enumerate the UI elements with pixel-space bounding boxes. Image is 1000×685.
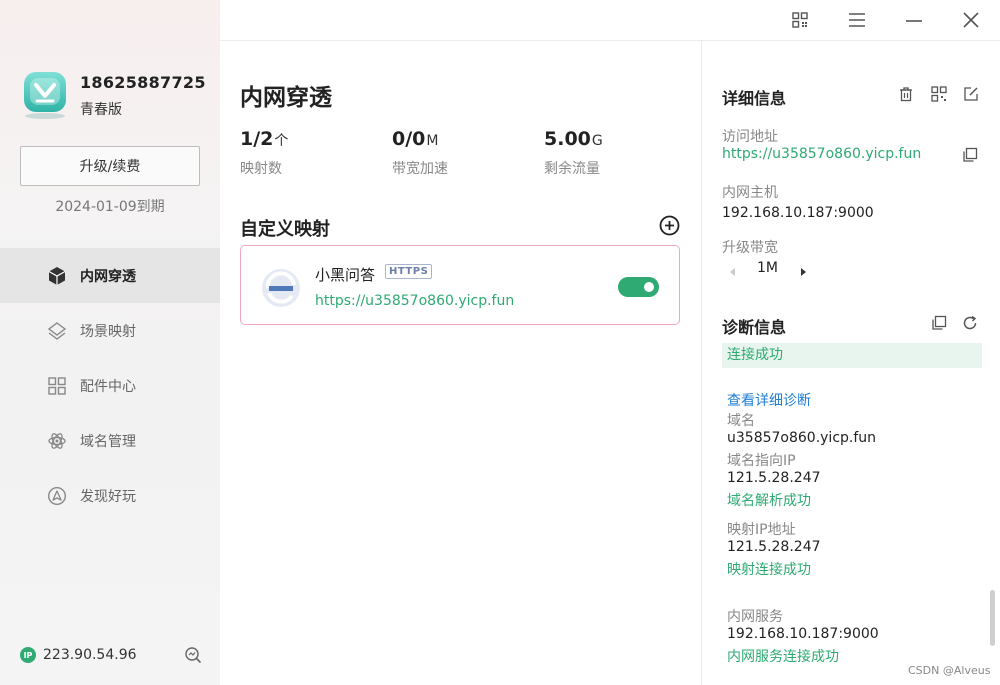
refresh-icon[interactable] [962, 315, 978, 331]
mapping-enable-toggle[interactable] [618, 277, 659, 297]
domain-ip-label: 域名指向IP [727, 453, 796, 469]
stat-traffic: 5.00G 剩余流量 [544, 128, 603, 178]
public-ip-value: 223.90.54.96 [43, 647, 137, 663]
section-title-custom-mapping: 自定义映射 [240, 219, 330, 240]
copy-icon[interactable] [962, 147, 978, 163]
domain-value: u35857o860.yicp.fun [727, 430, 877, 446]
stat-value: 5.00 [544, 128, 591, 150]
sidebar-nav: 内网穿透 场景映射 配件中心 域名管理 发现好玩 [0, 248, 220, 523]
title-bar [220, 0, 1000, 41]
access-url-link[interactable]: https://u35857o860.yicp.fun [722, 146, 921, 162]
service-label: 内网服务 [727, 609, 783, 625]
stat-unit: M [426, 133, 439, 149]
mapping-card[interactable]: 小黑问答 HTTPS https://u35857o860.yicp.fun [240, 245, 680, 325]
service-connect-status: 内网服务连接成功 [727, 649, 839, 665]
edit-icon[interactable] [963, 86, 979, 102]
diagnosis-title: 诊断信息 [722, 318, 787, 337]
sidebar-item-domain[interactable]: 域名管理 [0, 413, 220, 468]
menu-icon[interactable] [847, 10, 867, 30]
copy-icon[interactable] [931, 315, 947, 331]
connection-status: 连接成功 [722, 343, 982, 368]
host-label: 内网主机 [722, 185, 778, 201]
detail-title: 详细信息 [722, 89, 787, 108]
view-detailed-diagnosis-link[interactable]: 查看详细诊断 [727, 390, 811, 410]
stat-label: 映射数 [240, 161, 282, 177]
stat-unit: G [591, 133, 603, 149]
decrease-left-icon[interactable] [728, 262, 738, 276]
bandwidth-value: 1M [757, 260, 778, 276]
sidebar-item-label: 场景映射 [80, 323, 136, 340]
minimize-icon[interactable] [904, 10, 924, 30]
mapping-name: 小黑问答 [315, 266, 376, 284]
compass-icon [46, 485, 68, 507]
stat-value: 0/0 [392, 128, 426, 150]
mapping-connect-status: 映射连接成功 [727, 562, 811, 578]
detail-panel: 详细信息 访问地址 https://u35857o860.yicp.fun 内网… [701, 41, 1000, 685]
main-content: 内网穿透 1/2个 映射数 0/0M 带宽加速 5.00G 剩余流量 自定义映射… [220, 41, 701, 685]
sidebar-item-accessories[interactable]: 配件中心 [0, 358, 220, 413]
watermark: CSDN @Alveus [908, 664, 991, 677]
cube-icon [46, 265, 68, 287]
sidebar-item-label: 发现好玩 [80, 488, 136, 505]
stat-label: 带宽加速 [392, 161, 448, 177]
user-phone: 18625887725 [80, 73, 206, 92]
scene-icon [46, 320, 68, 342]
sidebar-item-scene[interactable]: 场景映射 [0, 303, 220, 358]
public-ip: IP 223.90.54.96 [20, 647, 137, 663]
host-value: 192.168.10.187:9000 [722, 205, 874, 221]
ip-badge-icon: IP [20, 647, 36, 663]
close-icon[interactable] [961, 10, 981, 30]
mapping-ip-label: 映射IP地址 [727, 522, 796, 538]
mapping-ip-value: 121.5.28.247 [727, 539, 821, 555]
sidebar: 18625887725 青春版 升级/续费 2024-01-09到期 内网穿透 … [0, 0, 220, 685]
stat-mappings: 1/2个 映射数 [240, 128, 288, 178]
sidebar-item-label: 内网穿透 [80, 268, 136, 285]
stat-value: 1/2 [240, 128, 274, 150]
stat-unit: 个 [274, 133, 289, 149]
sidebar-item-discover[interactable]: 发现好玩 [0, 468, 220, 523]
sidebar-item-label: 域名管理 [80, 433, 136, 450]
browser-e-icon [261, 268, 301, 308]
upgrade-renew-button[interactable]: 升级/续费 [20, 146, 200, 186]
add-mapping-button[interactable] [659, 215, 680, 236]
sidebar-item-label: 配件中心 [80, 378, 136, 395]
domain-ip-value: 121.5.28.247 [727, 470, 821, 486]
domain-label: 域名 [727, 413, 755, 429]
mapping-url-link[interactable]: https://u35857o860.yicp.fun [315, 293, 514, 309]
qr-code-icon[interactable] [931, 86, 947, 102]
service-value: 192.168.10.187:9000 [727, 626, 879, 642]
qr-code-icon[interactable] [790, 10, 810, 30]
stat-bandwidth: 0/0M 带宽加速 [392, 128, 448, 178]
access-url-label: 访问地址 [722, 129, 778, 145]
atom-icon [46, 430, 68, 452]
user-edition: 青春版 [80, 102, 122, 118]
delete-icon[interactable] [898, 86, 914, 102]
scrollbar-thumb[interactable] [990, 590, 995, 646]
plus-circle-icon [659, 215, 680, 236]
sidebar-item-intranet[interactable]: 内网穿透 [0, 248, 220, 303]
domain-resolve-status: 域名解析成功 [727, 493, 811, 509]
stat-label: 剩余流量 [544, 161, 600, 177]
increase-right-icon[interactable] [798, 262, 808, 276]
expire-date: 2024-01-09到期 [55, 199, 165, 215]
protocol-badge: HTTPS [385, 264, 433, 279]
grid-icon [46, 375, 68, 397]
page-title: 内网穿透 [240, 85, 332, 111]
ip-check-icon[interactable] [184, 646, 202, 664]
bandwidth-upgrade-label: 升级带宽 [722, 240, 778, 256]
app-logo-avatar [22, 70, 68, 120]
